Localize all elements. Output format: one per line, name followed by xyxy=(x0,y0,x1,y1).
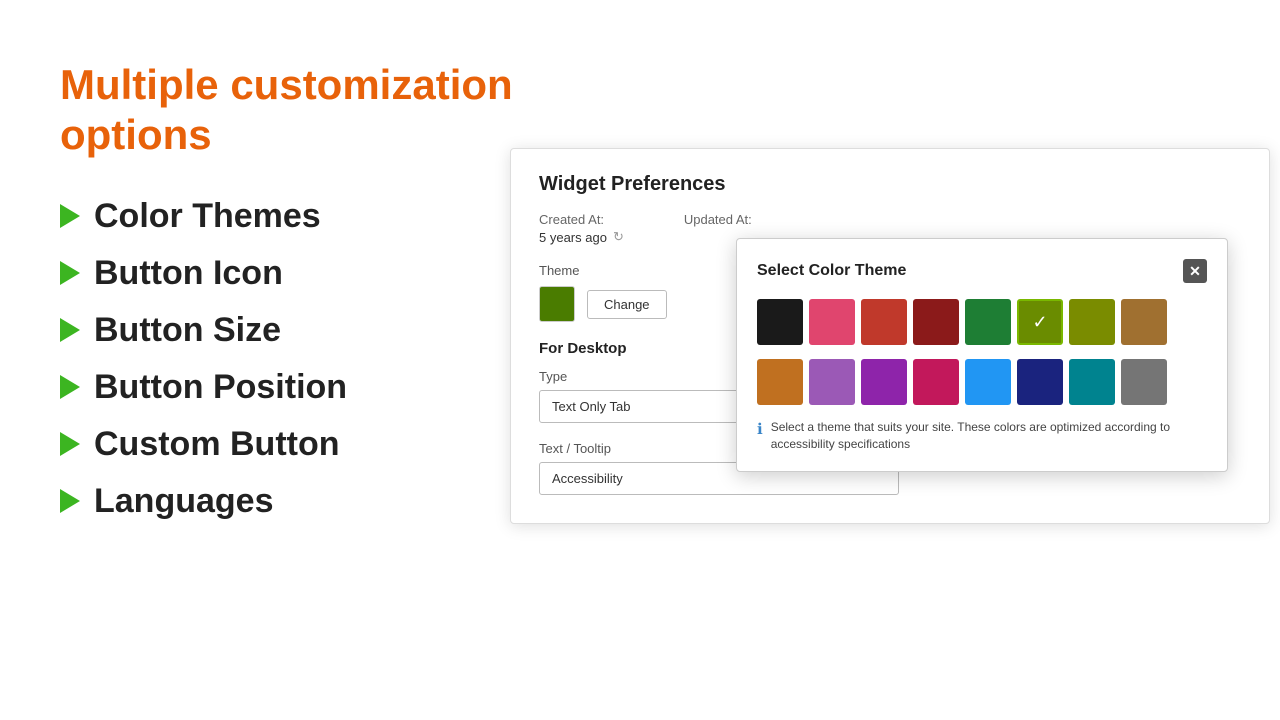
color-swatch-red[interactable] xyxy=(861,299,907,345)
color-swatch-dark-green[interactable] xyxy=(965,299,1011,345)
bullet-list: Color Themes Button Icon Button Size Button… xyxy=(60,197,520,521)
bullet-item-button-size: Button Size xyxy=(60,311,520,350)
bullet-label-custom-button: Custom Button xyxy=(94,425,340,464)
bullet-item-button-position: Button Position xyxy=(60,368,520,407)
color-theme-dialog: Select Color Theme ✕ ✓ ℹ Select a theme … xyxy=(736,238,1228,472)
type-dropdown[interactable]: Text Only Tab ▾ xyxy=(539,390,759,423)
bullet-label-button-position: Button Position xyxy=(94,368,347,407)
updated-label: Updated At: xyxy=(684,212,752,227)
type-value: Text Only Tab xyxy=(552,399,631,414)
bullet-arrow-custom-button xyxy=(60,432,80,456)
color-grid-row2 xyxy=(757,359,1207,405)
bullet-arrow-languages xyxy=(60,489,80,513)
color-swatch-dark-red[interactable] xyxy=(913,299,959,345)
color-swatch-magenta[interactable] xyxy=(913,359,959,405)
page-title: Multiple customization options xyxy=(60,60,520,161)
color-swatch-teal[interactable] xyxy=(1069,359,1115,405)
bullet-item-languages: Languages xyxy=(60,482,520,521)
bullet-label-button-icon: Button Icon xyxy=(94,254,283,293)
close-dialog-button[interactable]: ✕ xyxy=(1183,259,1207,283)
color-swatch-black[interactable] xyxy=(757,299,803,345)
created-label: Created At: xyxy=(539,212,624,227)
bullet-arrow-color-themes xyxy=(60,204,80,228)
bullet-label-button-size: Button Size xyxy=(94,311,281,350)
info-icon: ℹ xyxy=(757,420,763,438)
bullet-arrow-button-icon xyxy=(60,261,80,285)
color-swatch-pink[interactable] xyxy=(809,299,855,345)
info-row: ℹ Select a theme that suits your site. T… xyxy=(757,419,1207,453)
change-theme-button[interactable]: Change xyxy=(587,290,667,319)
theme-swatch xyxy=(539,286,575,322)
refresh-icon[interactable]: ↻ xyxy=(613,229,624,245)
color-swatch-dark-blue[interactable] xyxy=(1017,359,1063,405)
bullet-label-color-themes: Color Themes xyxy=(94,197,321,236)
color-swatch-gray[interactable] xyxy=(1121,359,1167,405)
dialog-header: Select Color Theme ✕ xyxy=(757,259,1207,283)
widget-title: Widget Preferences xyxy=(539,173,1241,196)
left-panel: Multiple customization options Color The… xyxy=(60,60,520,521)
color-swatch-olive[interactable] xyxy=(1069,299,1115,345)
color-swatch-orange-brown[interactable] xyxy=(757,359,803,405)
bullet-label-languages: Languages xyxy=(94,482,273,521)
bullet-item-color-themes: Color Themes xyxy=(60,197,520,236)
bullet-item-custom-button: Custom Button xyxy=(60,425,520,464)
color-swatch-light-purple[interactable] xyxy=(809,359,855,405)
color-grid-row1: ✓ xyxy=(757,299,1207,345)
bullet-arrow-button-size xyxy=(60,318,80,342)
info-text: Select a theme that suits your site. The… xyxy=(771,419,1207,453)
bullet-arrow-button-position xyxy=(60,375,80,399)
created-value: 5 years ago ↻ xyxy=(539,229,624,245)
bullet-item-button-icon: Button Icon xyxy=(60,254,520,293)
color-swatch-purple[interactable] xyxy=(861,359,907,405)
dialog-title: Select Color Theme xyxy=(757,262,906,280)
created-at-section: Created At: 5 years ago ↻ xyxy=(539,212,624,245)
color-swatch-light-blue[interactable] xyxy=(965,359,1011,405)
color-swatch-brown[interactable] xyxy=(1121,299,1167,345)
color-swatch-olive-green[interactable]: ✓ xyxy=(1017,299,1063,345)
